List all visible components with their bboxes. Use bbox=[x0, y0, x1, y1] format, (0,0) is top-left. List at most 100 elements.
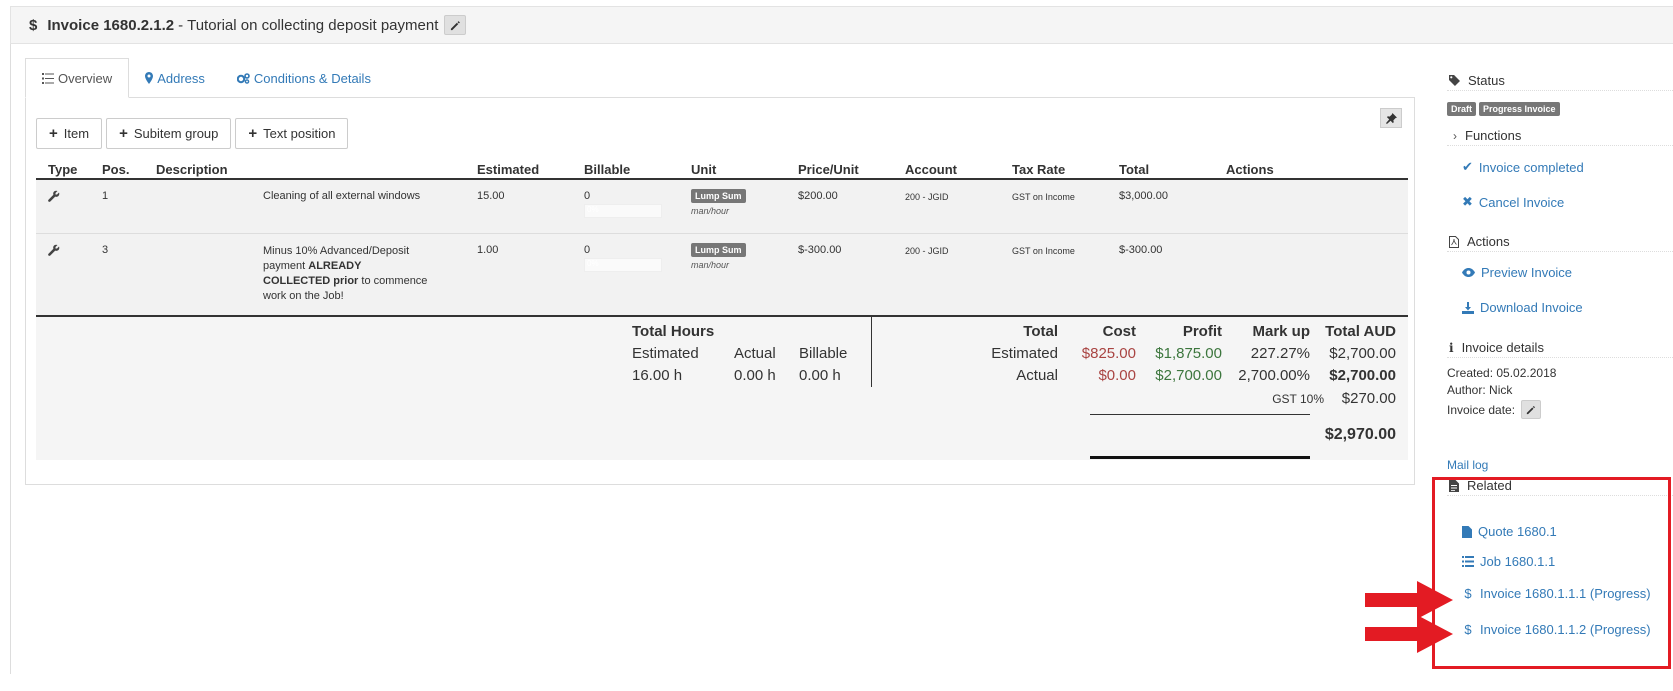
related-invoice-1-link[interactable]: $ Invoice 1680.1.1.1 (Progress) bbox=[1462, 586, 1650, 601]
status-section-title: Status bbox=[1447, 71, 1673, 91]
add-subitem-group-button[interactable]: + Subitem group bbox=[106, 118, 232, 149]
hours-actual-value: 0.00 h bbox=[734, 367, 776, 384]
col-unit: Unit bbox=[691, 162, 717, 177]
cancel-invoice-link[interactable]: ✖ Cancel Invoice bbox=[1462, 194, 1564, 210]
cancel-invoice-label: Cancel Invoice bbox=[1478, 194, 1565, 210]
unit-sub: man/hour bbox=[691, 260, 730, 270]
estimated-cost: $825.00 bbox=[1081, 345, 1136, 362]
page-border bbox=[10, 44, 11, 674]
billable-progress: 0% bbox=[584, 204, 662, 218]
col-profit-label: Profit bbox=[1182, 323, 1222, 340]
tab-overview[interactable]: Overview bbox=[25, 58, 130, 98]
col-actions: Actions bbox=[1226, 162, 1274, 177]
col-description: Description bbox=[156, 162, 228, 177]
info-icon: i bbox=[1449, 340, 1454, 355]
invoice-date-label: Invoice date: bbox=[1447, 402, 1516, 417]
estimated-markup: 227.27% bbox=[1250, 345, 1310, 362]
related-quote-label: Quote 1680.1 bbox=[1478, 524, 1557, 539]
related-invoice-2-link[interactable]: $ Invoice 1680.1.1.2 (Progress) bbox=[1462, 622, 1650, 637]
gst-value: $270.00 bbox=[1341, 390, 1396, 407]
pin-button[interactable] bbox=[1380, 108, 1402, 128]
file-icon bbox=[1462, 525, 1472, 538]
add-text-label: Text position bbox=[263, 126, 336, 141]
hours-estimated-value: 16.00 h bbox=[632, 367, 683, 384]
table-row[interactable]: 1 Cleaning of all external windows 15.00… bbox=[36, 180, 1408, 234]
times-icon: ✖ bbox=[1462, 194, 1473, 209]
list-icon bbox=[42, 72, 54, 84]
col-type: Type bbox=[48, 162, 78, 177]
annotation-arrow-2 bbox=[1365, 615, 1453, 653]
row-billable[interactable]: 0 bbox=[584, 244, 590, 256]
details-section-title: i Invoice details bbox=[1447, 338, 1673, 358]
add-text-position-button[interactable]: + Text position bbox=[235, 118, 349, 149]
add-toolbar: + Item + Subitem group + Text position bbox=[36, 118, 349, 149]
col-markup-label: Mark up bbox=[1252, 323, 1310, 340]
desc-text: payment bbox=[263, 260, 309, 272]
row-description: Cleaning of all external windows bbox=[263, 190, 421, 202]
row-tax: GST on Income bbox=[1012, 246, 1075, 256]
gears-icon bbox=[236, 72, 250, 84]
mail-log-link[interactable]: Mail log bbox=[1447, 458, 1488, 472]
col-estimated: Estimated bbox=[477, 162, 540, 177]
preview-invoice-link[interactable]: Preview Invoice bbox=[1462, 265, 1572, 280]
tag-icon bbox=[1449, 75, 1460, 86]
thumbtack-icon bbox=[1385, 112, 1397, 124]
map-marker-icon bbox=[145, 72, 154, 84]
tab-bar: Overview Address Conditions & Details bbox=[25, 58, 387, 98]
tab-conditions[interactable]: Conditions & Details bbox=[221, 58, 387, 98]
download-invoice-label: Download Invoice bbox=[1480, 300, 1583, 315]
grand-total-underline bbox=[1090, 456, 1310, 459]
row-total: $-300.00 bbox=[1119, 244, 1163, 256]
dollar-icon: $ bbox=[1464, 622, 1472, 637]
tab-address-label: Address bbox=[157, 70, 205, 86]
pencil-icon bbox=[450, 20, 460, 30]
status-badges: Draft Progress Invoice bbox=[1447, 102, 1560, 116]
hours-estimated-label: Estimated bbox=[632, 345, 699, 362]
dollar-icon: $ bbox=[1464, 586, 1472, 601]
tab-address[interactable]: Address bbox=[129, 58, 221, 98]
wrench-icon bbox=[48, 190, 60, 205]
row-account: 200 - JGID bbox=[905, 192, 949, 202]
functions-title: Functions bbox=[1465, 128, 1522, 143]
invoice-completed-link[interactable]: ✔ Invoice completed bbox=[1462, 159, 1584, 175]
row-account: 200 - JGID bbox=[905, 246, 949, 256]
details-title: Invoice details bbox=[1461, 340, 1544, 355]
related-quote-link[interactable]: Quote 1680.1 bbox=[1462, 524, 1557, 539]
actual-total: $2,700.00 bbox=[1329, 367, 1396, 384]
download-invoice-link[interactable]: Download Invoice bbox=[1462, 300, 1583, 315]
desc-line: payment ALREADY bbox=[263, 259, 453, 274]
estimated-profit: $1,875.00 bbox=[1155, 345, 1222, 362]
estimated-total: $2,700.00 bbox=[1329, 345, 1396, 362]
totals-divider bbox=[871, 317, 872, 387]
status-badge: Draft bbox=[1447, 102, 1477, 116]
col-account: Account bbox=[905, 162, 957, 177]
total-hours-title: Total Hours bbox=[632, 323, 715, 340]
col-total: Total bbox=[1119, 162, 1150, 177]
row-billable[interactable]: 0 bbox=[584, 190, 590, 202]
tab-conditions-label: Conditions & Details bbox=[253, 70, 371, 86]
related-section-title: Related bbox=[1447, 476, 1673, 496]
edit-invoice-date-button[interactable] bbox=[1521, 400, 1542, 419]
row-estimated: 15.00 bbox=[477, 190, 505, 202]
gst-label: GST 10% bbox=[1272, 392, 1324, 406]
status-title: Status bbox=[1468, 73, 1505, 88]
hours-billable-value: 0.00 h bbox=[799, 367, 841, 384]
add-item-button[interactable]: + Item bbox=[36, 118, 103, 149]
col-billable: Billable bbox=[584, 162, 631, 177]
invoice-number: Invoice 1680.2.1.2 bbox=[47, 16, 175, 34]
unit-badge: Lump Sum bbox=[691, 189, 746, 203]
row-pos: 1 bbox=[102, 190, 109, 202]
plus-icon: + bbox=[49, 125, 58, 142]
related-job-link[interactable]: Job 1680.1.1 bbox=[1462, 554, 1555, 569]
edit-title-button[interactable] bbox=[444, 15, 467, 35]
invoice-completed-label: Invoice completed bbox=[1478, 159, 1584, 175]
totals-section: Total Hours Estimated Actual Billable 16… bbox=[36, 317, 1408, 460]
desc-bold: COLLECTED prior bbox=[263, 275, 359, 287]
related-title: Related bbox=[1467, 478, 1512, 493]
functions-toggle[interactable]: › Functions bbox=[1447, 126, 1673, 146]
desc-line: work on the Job! bbox=[263, 290, 344, 302]
billable-progress: 0% bbox=[584, 258, 662, 272]
plus-icon: + bbox=[119, 125, 128, 142]
table-row[interactable]: 3 Minus 10% Advanced/Deposit payment ALR… bbox=[36, 234, 1408, 317]
actual-markup: 2,700.00% bbox=[1238, 367, 1310, 384]
